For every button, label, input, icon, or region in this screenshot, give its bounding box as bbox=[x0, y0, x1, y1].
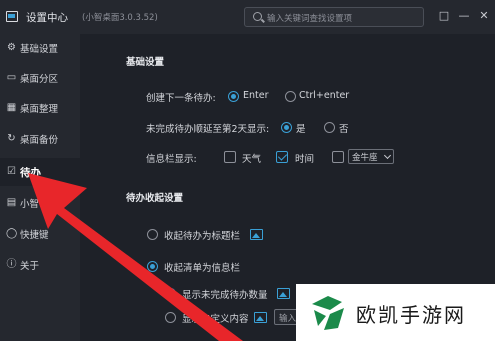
sidebar-item-backup[interactable]: ↻ 桌面备份 bbox=[0, 125, 80, 153]
radio-overdue-no[interactable] bbox=[324, 122, 335, 133]
radio-show-custom-label: 显示自定义内容 bbox=[182, 314, 249, 325]
window-title: 设置中心 bbox=[26, 12, 68, 24]
sidebar-item-partition[interactable]: ▭ 桌面分区 bbox=[0, 64, 80, 92]
minimize-icon[interactable]: — bbox=[457, 9, 471, 23]
checkbox-zodiac[interactable] bbox=[332, 151, 344, 163]
monitor-icon: ▭ bbox=[6, 72, 17, 83]
sidebar-item-label: 待办 bbox=[20, 167, 41, 179]
section-title-basic: 基础设置 bbox=[126, 57, 165, 68]
radio-collapse-infobar[interactable] bbox=[147, 261, 158, 272]
sidebar-item-label: 桌面分区 bbox=[20, 74, 59, 85]
radio-enter[interactable] bbox=[228, 91, 239, 102]
chevron-down-icon bbox=[383, 151, 392, 160]
app-logo-icon bbox=[6, 11, 18, 22]
gear-icon: ⚙ bbox=[7, 42, 16, 53]
radio-ctrl-enter-label: Ctrl+enter bbox=[299, 90, 350, 101]
radio-show-count-label: 显示未完成待办数量 bbox=[182, 290, 268, 301]
watermark-logo-icon bbox=[312, 296, 344, 330]
radio-show-count[interactable] bbox=[165, 288, 176, 299]
sidebar-item-label: 关于 bbox=[20, 261, 40, 272]
watermark-text: 欧凯手游网 bbox=[356, 303, 466, 327]
radio-collapse-titlebar-label: 收起待办为标题栏 bbox=[164, 231, 241, 242]
sidebar-item-label: 基础设置 bbox=[20, 44, 59, 55]
app-version: (小智桌面3.0.3.52) bbox=[82, 13, 158, 23]
overdue-label: 未完成待办顺延至第2天显示: bbox=[146, 124, 270, 135]
sidebar-item-about[interactable]: ⓘ 关于 bbox=[0, 251, 80, 279]
next-todo-label: 创建下一条待办: bbox=[146, 93, 216, 104]
sidebar-item-label: 桌面备份 bbox=[20, 135, 59, 146]
preview-image-icon[interactable] bbox=[277, 288, 290, 299]
grid-icon: ▦ bbox=[6, 102, 17, 113]
preview-image-icon[interactable] bbox=[250, 229, 263, 240]
sidebar-item-todo[interactable]: ☑ 待办 bbox=[0, 158, 80, 186]
radio-overdue-yes[interactable] bbox=[281, 122, 292, 133]
folder-icon: ▤ bbox=[6, 197, 17, 208]
custom-content-placeholder: 输入 bbox=[279, 314, 297, 324]
sidebar-item-label: 小智 bbox=[20, 199, 40, 210]
section-title-collapse: 待办收起设置 bbox=[126, 193, 184, 204]
close-icon[interactable]: ✕ bbox=[477, 9, 491, 23]
backup-icon: ↻ bbox=[7, 133, 16, 144]
checkbox-weather-label: 天气 bbox=[242, 154, 262, 165]
radio-enter-label: Enter bbox=[243, 90, 269, 101]
radio-overdue-yes-label: 是 bbox=[296, 124, 306, 135]
radio-collapse-titlebar[interactable] bbox=[147, 229, 158, 240]
search-placeholder: 输入关键词查找设置项 bbox=[267, 14, 353, 24]
checkbox-weather[interactable] bbox=[224, 151, 236, 163]
sidebar-item-organize[interactable]: ▦ 桌面整理 bbox=[0, 94, 80, 122]
info-icon: ⓘ bbox=[6, 259, 17, 270]
sidebar-item-basic[interactable]: ⚙ 基础设置 bbox=[0, 34, 80, 62]
sidebar: ⚙ 基础设置 ▭ 桌面分区 ▦ 桌面整理 ↻ 桌面备份 ☑ 待办 ▤ 小智 ◯ … bbox=[0, 34, 80, 341]
feedback-icon[interactable]: □ bbox=[437, 9, 451, 23]
search-input[interactable]: 输入关键词查找设置项 bbox=[244, 7, 424, 27]
radio-show-custom[interactable] bbox=[165, 312, 176, 323]
infobar-label: 信息栏显示: bbox=[146, 154, 197, 165]
radio-collapse-infobar-label: 收起清单为信息栏 bbox=[164, 263, 241, 274]
title-bar: 设置中心 (小智桌面3.0.3.52) 输入关键词查找设置项 □ — ✕ bbox=[0, 0, 495, 34]
zodiac-select-value: 金牛座 bbox=[352, 153, 378, 163]
checkbox-time[interactable] bbox=[276, 151, 288, 163]
sidebar-item-label: 桌面整理 bbox=[20, 104, 59, 115]
sidebar-item-shortcuts[interactable]: ◯ 快捷键 bbox=[0, 220, 80, 248]
checkbox-time-label: 时间 bbox=[295, 154, 315, 165]
radio-ctrl-enter[interactable] bbox=[285, 91, 296, 102]
sidebar-item-xiaozhi[interactable]: ▤ 小智 bbox=[0, 189, 80, 217]
search-icon bbox=[253, 12, 262, 21]
watermark: 欧凯手游网 bbox=[296, 284, 495, 341]
mouse-icon: ◯ bbox=[6, 228, 18, 239]
radio-overdue-no-label: 否 bbox=[339, 124, 349, 135]
zodiac-select[interactable]: 金牛座 bbox=[348, 149, 394, 164]
todo-icon: ☑ bbox=[7, 166, 16, 177]
preview-image-icon[interactable] bbox=[254, 312, 267, 323]
sidebar-item-label: 快捷键 bbox=[20, 230, 49, 241]
